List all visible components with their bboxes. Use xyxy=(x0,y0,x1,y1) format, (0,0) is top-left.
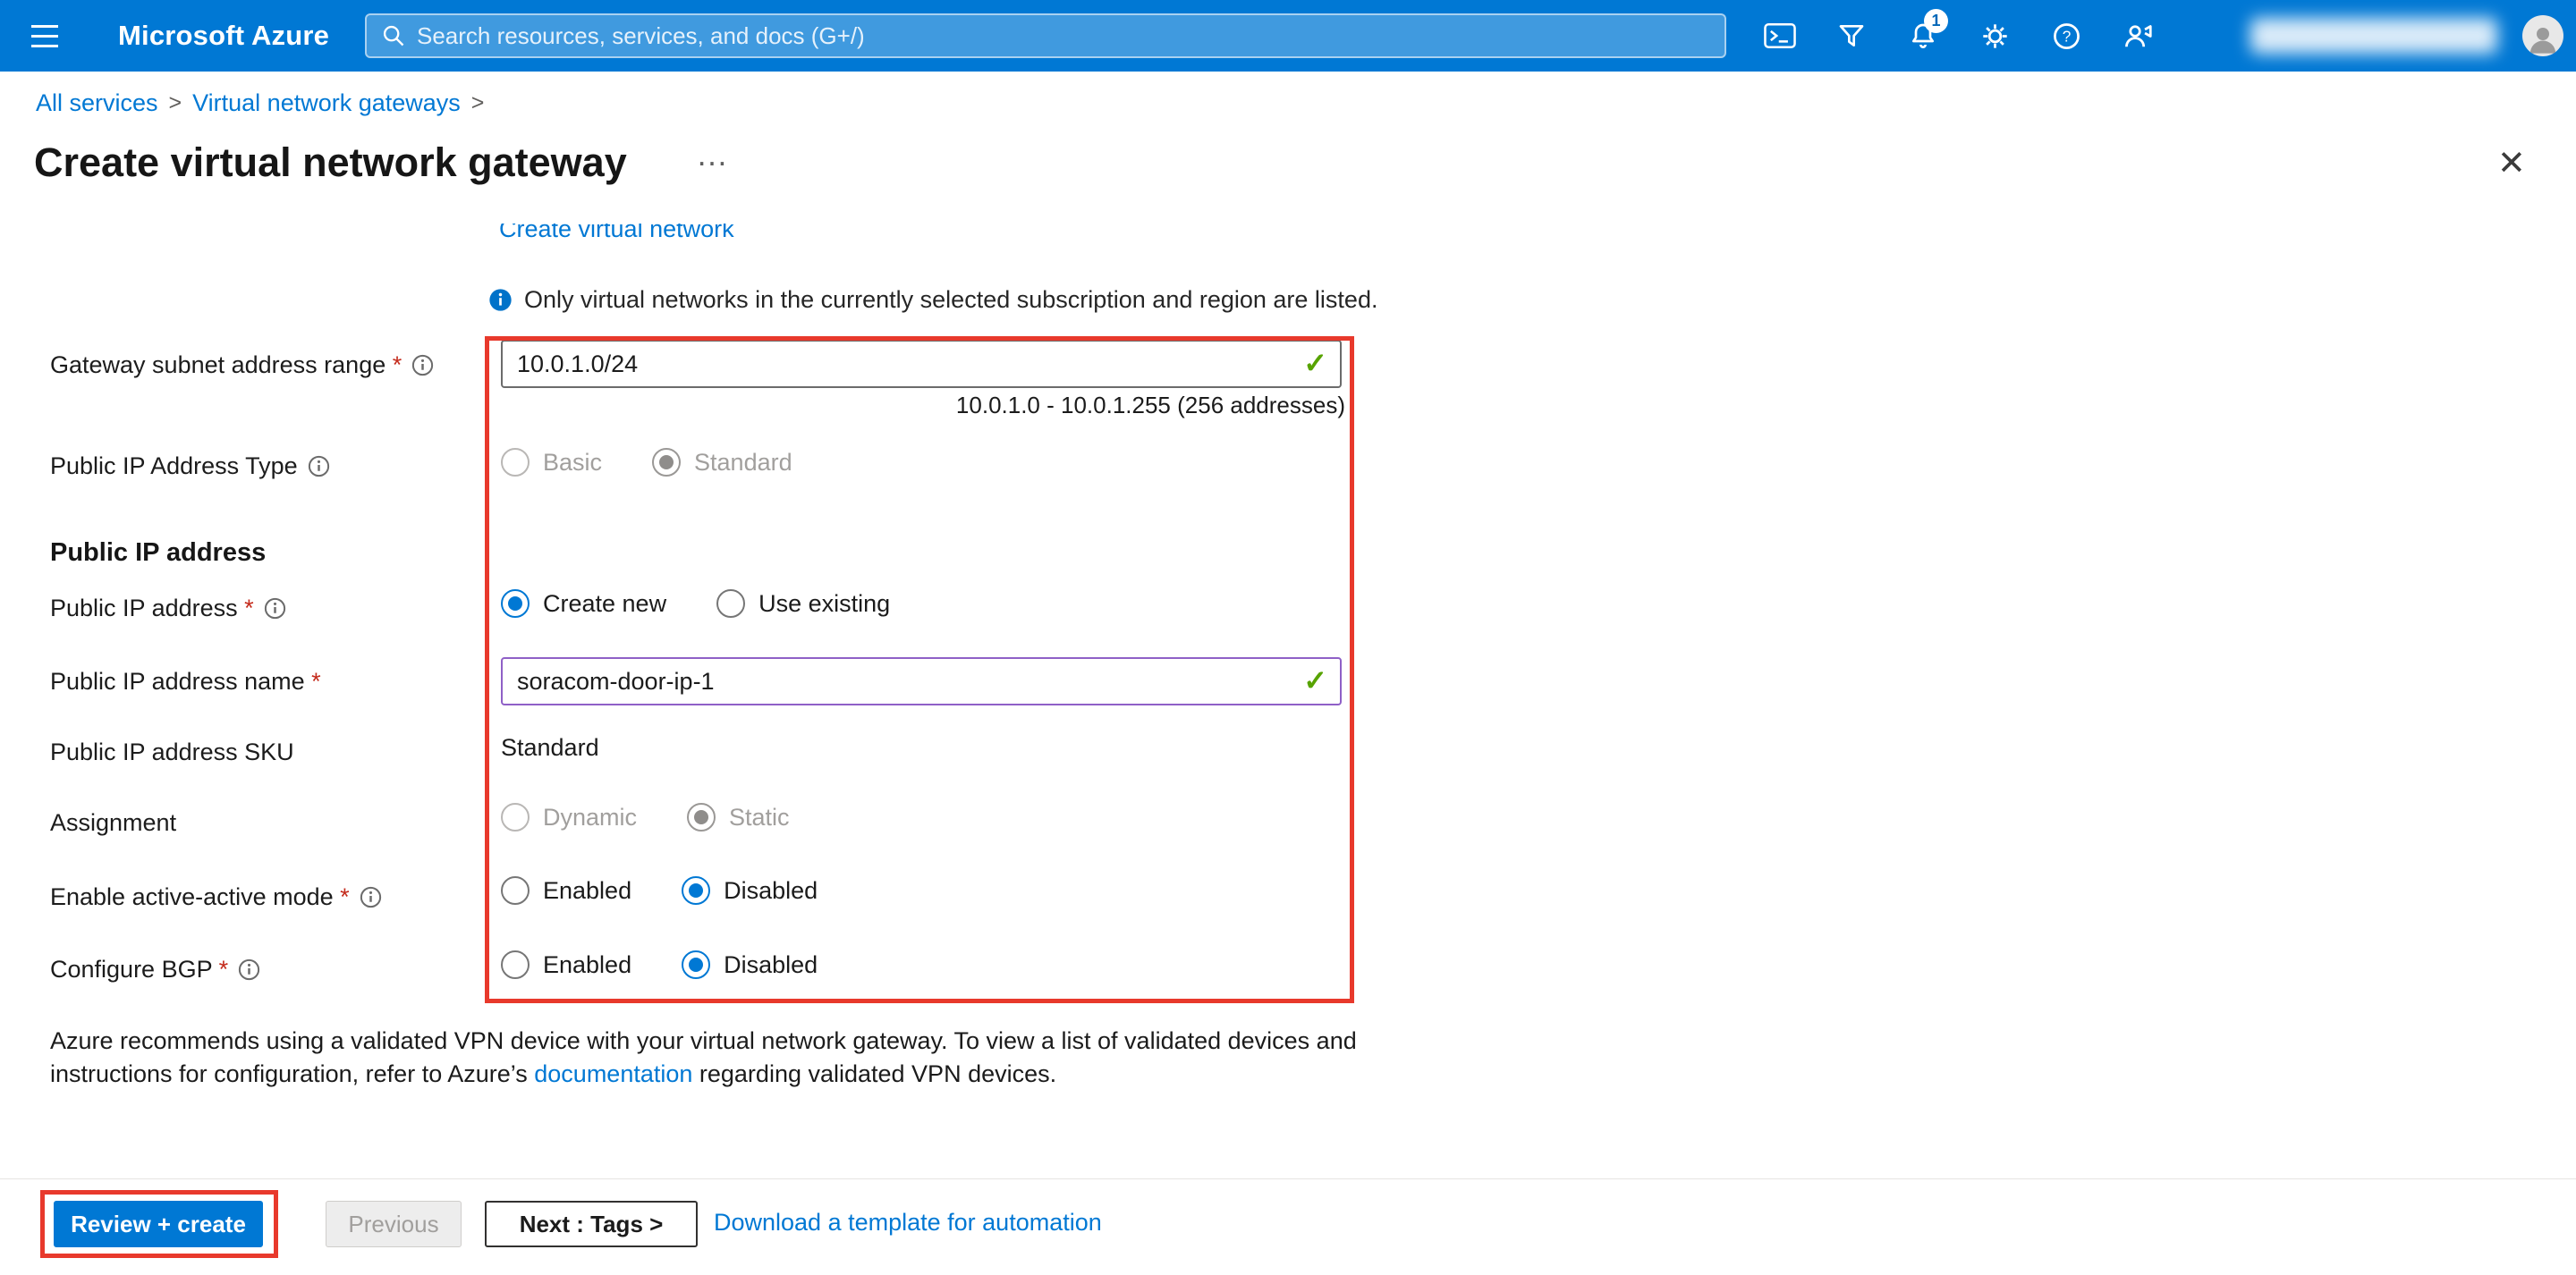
radio-create-new[interactable]: Create new xyxy=(501,589,666,618)
info-icon[interactable] xyxy=(360,886,382,908)
radio-basic[interactable]: Basic xyxy=(501,448,602,477)
breadcrumb-separator: > xyxy=(169,90,182,116)
vpn-device-note: Azure recommends using a validated VPN d… xyxy=(50,1025,1383,1091)
active-active-radio-group: Enabled Disabled xyxy=(501,874,818,907)
public-ip-type-radio-group: Basic Standard xyxy=(501,446,792,478)
info-icon[interactable] xyxy=(238,958,260,981)
download-template-link[interactable]: Download a template for automation xyxy=(714,1209,1102,1237)
label-public-ip-name: Public IP address name xyxy=(50,668,321,696)
documentation-link[interactable]: documentation xyxy=(534,1060,692,1087)
cloud-shell-icon[interactable] xyxy=(1755,11,1805,61)
label-active-active-mode: Enable active-active mode xyxy=(50,883,382,911)
radio-static[interactable]: Static xyxy=(687,803,790,832)
public-ip-name-field: ✓ xyxy=(501,657,1342,705)
public-ip-address-radio-group: Create new Use existing xyxy=(501,587,890,620)
radio-icon xyxy=(501,589,530,618)
info-text: Only virtual networks in the currently s… xyxy=(524,286,1377,314)
radio-icon xyxy=(501,448,530,477)
svg-text:?: ? xyxy=(2062,27,2071,45)
account-name-redacted[interactable] xyxy=(2250,18,2497,54)
create-virtual-network-link[interactable]: Create virtual network xyxy=(499,224,875,243)
feedback-person-icon[interactable] xyxy=(2113,11,2163,61)
label-public-ip-type: Public IP Address Type xyxy=(50,452,330,480)
breadcrumb-separator: > xyxy=(471,90,485,116)
label-gateway-subnet-range: Gateway subnet address range xyxy=(50,351,434,379)
footer-divider xyxy=(0,1178,2576,1179)
radio-icon xyxy=(716,589,745,618)
radio-active-enabled[interactable]: Enabled xyxy=(501,876,631,905)
hamburger-menu-icon[interactable] xyxy=(20,11,70,61)
clipped-link-wrap: Create virtual network xyxy=(499,224,875,247)
label-public-ip-sku: Public IP address SKU xyxy=(50,739,294,766)
close-icon[interactable]: ✕ xyxy=(2497,143,2526,183)
info-icon[interactable] xyxy=(411,354,434,376)
topbar-icon-group: 1 ? xyxy=(1755,11,2163,61)
notification-count-badge: 1 xyxy=(1924,9,1948,33)
azure-brand[interactable]: Microsoft Azure xyxy=(118,0,329,72)
search-input[interactable] xyxy=(417,22,1710,50)
label-public-ip-address: Public IP address xyxy=(50,595,286,622)
radio-standard[interactable]: Standard xyxy=(652,448,792,477)
assignment-radio-group: Dynamic Static xyxy=(501,801,790,833)
directory-filter-icon[interactable] xyxy=(1826,11,1877,61)
radio-icon xyxy=(687,803,716,832)
azure-portal-page: Microsoft Azure 1 ? xyxy=(0,0,2576,1275)
radio-icon xyxy=(501,803,530,832)
breadcrumb-all-services[interactable]: All services xyxy=(36,89,158,117)
valid-check-icon: ✓ xyxy=(1303,346,1327,380)
info-icon[interactable] xyxy=(308,455,330,477)
label-configure-bgp: Configure BGP xyxy=(50,956,260,984)
subnet-range-helper-text: 10.0.1.0 - 10.0.1.255 (256 addresses) xyxy=(501,392,1345,419)
breadcrumb-virtual-network-gateways[interactable]: Virtual network gateways xyxy=(192,89,461,117)
search-icon xyxy=(381,23,406,48)
more-menu-icon[interactable]: … xyxy=(696,136,731,173)
label-assignment: Assignment xyxy=(50,809,176,837)
radio-icon xyxy=(652,448,681,477)
subscription-info-note: Only virtual networks in the currently s… xyxy=(488,286,1377,314)
global-search-box[interactable] xyxy=(365,13,1726,58)
radio-icon xyxy=(682,950,710,979)
radio-icon xyxy=(501,876,530,905)
radio-use-existing[interactable]: Use existing xyxy=(716,589,890,618)
settings-gear-icon[interactable] xyxy=(1970,11,2020,61)
gateway-subnet-input[interactable] xyxy=(501,340,1342,388)
next-tags-button[interactable]: Next : Tags > xyxy=(485,1201,698,1247)
radio-dynamic[interactable]: Dynamic xyxy=(501,803,637,832)
public-ip-sku-value: Standard xyxy=(501,734,599,762)
help-question-icon[interactable]: ? xyxy=(2041,11,2091,61)
valid-check-icon: ✓ xyxy=(1303,663,1327,697)
notifications-bell-icon[interactable]: 1 xyxy=(1898,11,1948,61)
radio-bgp-disabled[interactable]: Disabled xyxy=(682,950,818,979)
bgp-radio-group: Enabled Disabled xyxy=(501,949,818,981)
radio-icon xyxy=(501,950,530,979)
info-icon xyxy=(488,288,513,312)
radio-bgp-enabled[interactable]: Enabled xyxy=(501,950,631,979)
gateway-subnet-field: ✓ xyxy=(501,340,1342,388)
avatar[interactable] xyxy=(2522,15,2563,56)
radio-icon xyxy=(682,876,710,905)
previous-button[interactable]: Previous xyxy=(326,1201,462,1247)
radio-active-disabled[interactable]: Disabled xyxy=(682,876,818,905)
breadcrumb: All services > Virtual network gateways … xyxy=(36,89,484,117)
section-header-public-ip: Public IP address xyxy=(50,538,266,568)
info-icon[interactable] xyxy=(264,597,286,620)
public-ip-name-input[interactable] xyxy=(501,657,1342,705)
page-title: Create virtual network gateway xyxy=(34,139,627,186)
top-nav-bar: Microsoft Azure 1 ? xyxy=(0,0,2576,72)
review-create-button[interactable]: Review + create xyxy=(54,1201,263,1247)
